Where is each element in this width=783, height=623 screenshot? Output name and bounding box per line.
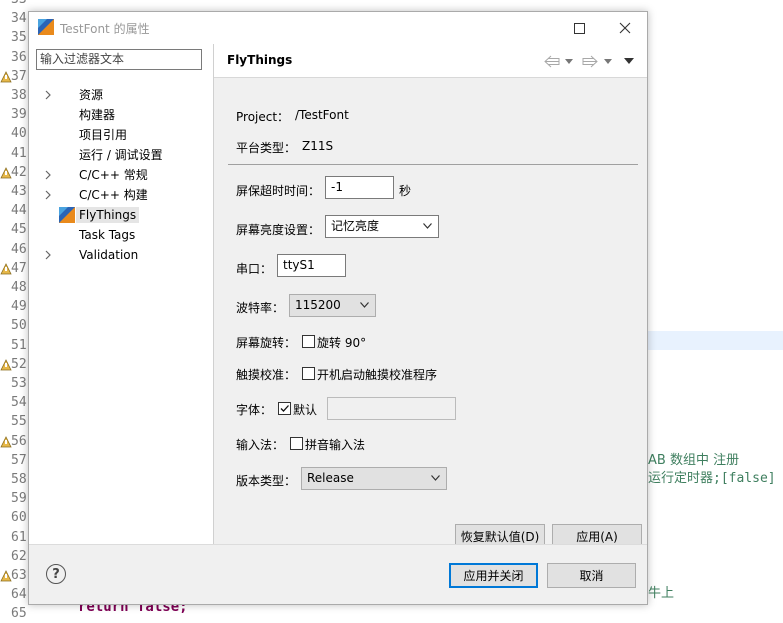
serial-port-label: 串口： <box>236 262 273 276</box>
baud-rate-label: 波特率： <box>236 301 285 315</box>
maximize-button[interactable] <box>559 16 599 40</box>
properties-dialog: TestFont 的属性 输入过滤器文本 资源构建器项目引用运行 / 调试设置 C… <box>28 11 648 605</box>
version-type-select[interactable]: Release <box>301 467 447 490</box>
baud-rate-selected-value: 115200 <box>295 298 341 312</box>
tree-item-label: 构建器 <box>79 108 116 122</box>
tree-item[interactable]: C/C++ 构建 <box>29 185 213 205</box>
override-marker-icon[interactable] <box>0 262 12 275</box>
tree-item-label: Task Tags <box>79 228 136 242</box>
forward-arrow-icon[interactable] <box>582 55 598 68</box>
rotation-option-label: 旋转 90° <box>317 336 367 350</box>
line-number-gutter: 3334353637383940414243444546474849505152… <box>0 0 30 621</box>
font-default-checkbox[interactable] <box>278 402 291 415</box>
pinyin-ime-option-label: 拼音输入法 <box>305 438 366 452</box>
tree-item-label: C/C++ 常规 <box>79 168 148 182</box>
platform-value: Z11S <box>302 139 334 153</box>
font-path-input <box>327 397 456 420</box>
eclipse-app-icon <box>38 19 54 35</box>
cancel-button[interactable]: 取消 <box>547 563 636 588</box>
brightness-label: 屏幕亮度设置： <box>236 223 321 237</box>
touch-calibration-label: 触摸校准： <box>236 368 297 382</box>
touch-calibration-checkbox[interactable] <box>302 367 315 380</box>
dialog-titlebar: TestFont 的属性 <box>29 12 647 44</box>
line-number: 33 <box>11 0 30 9</box>
chevron-down-icon <box>423 223 432 229</box>
maximize-icon <box>573 22 585 34</box>
project-value: /TestFont <box>295 108 349 122</box>
tree-item[interactable]: FlyThings <box>29 205 213 225</box>
editor-comment-fragment: 牛上 <box>648 586 675 601</box>
editor-comment-fragment: AB 数组中 注册 <box>648 453 740 468</box>
tree-item-label: 项目引用 <box>79 128 128 142</box>
screensaver-timeout-input[interactable]: -1 <box>325 176 394 199</box>
version-type-label: 版本类型： <box>236 474 297 488</box>
override-marker-icon[interactable] <box>0 70 12 83</box>
help-icon[interactable]: ? <box>46 564 66 584</box>
view-menu-icon[interactable] <box>624 58 634 64</box>
chevron-right-icon[interactable] <box>43 170 53 180</box>
touch-calibration-option-label: 开机启动触摸校准程序 <box>317 368 438 382</box>
override-marker-icon[interactable] <box>0 166 12 179</box>
page-header: FlyThings <box>214 44 647 78</box>
screensaver-label: 屏保超时时间： <box>236 184 321 198</box>
seconds-unit-label: 秒 <box>399 184 412 198</box>
tree-item[interactable]: 项目引用 <box>29 125 213 145</box>
back-arrow-icon[interactable] <box>544 55 560 68</box>
close-button[interactable] <box>605 16 645 40</box>
tree-item[interactable]: 构建器 <box>29 105 213 125</box>
separator <box>228 164 638 165</box>
flythings-icon <box>59 207 75 223</box>
flythings-settings-page: FlyThings Project： /TestFont 平台类型： Z11S … <box>214 44 647 549</box>
close-icon <box>619 22 631 34</box>
brightness-selected-value: 记忆亮度 <box>331 219 380 233</box>
override-marker-icon[interactable] <box>0 435 12 448</box>
filter-input[interactable]: 输入过滤器文本 <box>36 49 202 70</box>
back-history-dropdown-icon[interactable] <box>565 59 573 64</box>
brightness-select[interactable]: 记忆亮度 <box>325 215 439 238</box>
tree-item[interactable]: 运行 / 调试设置 <box>29 145 213 165</box>
preference-tree-pane: 输入过滤器文本 资源构建器项目引用运行 / 调试设置 C/C++ 常规 C/C++ … <box>29 44 213 544</box>
apply-and-close-button[interactable]: 应用并关闭 <box>449 563 538 588</box>
version-type-selected-value: Release <box>307 471 354 485</box>
forward-history-dropdown-icon[interactable] <box>604 59 612 64</box>
tree-item-label: FlyThings <box>76 207 140 223</box>
tree-item-label: C/C++ 构建 <box>79 188 148 202</box>
font-label: 字体： <box>236 403 273 417</box>
dialog-footer: ? 应用并关闭 取消 <box>29 544 647 604</box>
project-label: Project： <box>236 110 290 124</box>
tree-item[interactable]: C/C++ 常规 <box>29 165 213 185</box>
dialog-title: TestFont 的属性 <box>60 22 150 36</box>
line-number: 65 <box>11 606 27 622</box>
ime-label: 输入法： <box>236 438 285 452</box>
chevron-right-icon[interactable] <box>43 190 53 200</box>
baud-rate-select[interactable]: 115200 <box>289 294 376 317</box>
font-default-option-label: 默认 <box>293 403 318 417</box>
checkmark-icon <box>280 405 289 412</box>
chevron-down-icon <box>431 475 440 481</box>
page-title: FlyThings <box>227 53 293 67</box>
tree-item[interactable]: Validation <box>29 245 213 265</box>
tree-item-label: 运行 / 调试设置 <box>79 148 163 162</box>
rotation-checkbox[interactable] <box>302 335 315 348</box>
serial-port-input[interactable]: ttyS1 <box>277 254 346 277</box>
platform-label: 平台类型： <box>236 141 297 155</box>
chevron-right-icon[interactable] <box>43 90 53 100</box>
chevron-down-icon <box>360 302 369 308</box>
tree-item[interactable]: Task Tags <box>29 225 213 245</box>
tree-item-label: Validation <box>79 248 139 262</box>
rotation-label: 屏幕旋转： <box>236 336 297 350</box>
pinyin-ime-checkbox[interactable] <box>290 437 303 450</box>
tree-item-label: 资源 <box>79 88 104 102</box>
chevron-right-icon[interactable] <box>43 250 53 260</box>
current-line-highlight <box>648 331 783 350</box>
override-marker-icon[interactable] <box>0 358 12 371</box>
tree-item[interactable]: 资源 <box>29 85 213 105</box>
editor-comment-fragment: 运行定时器;[false] <box>648 471 776 486</box>
override-marker-icon[interactable] <box>0 570 12 582</box>
